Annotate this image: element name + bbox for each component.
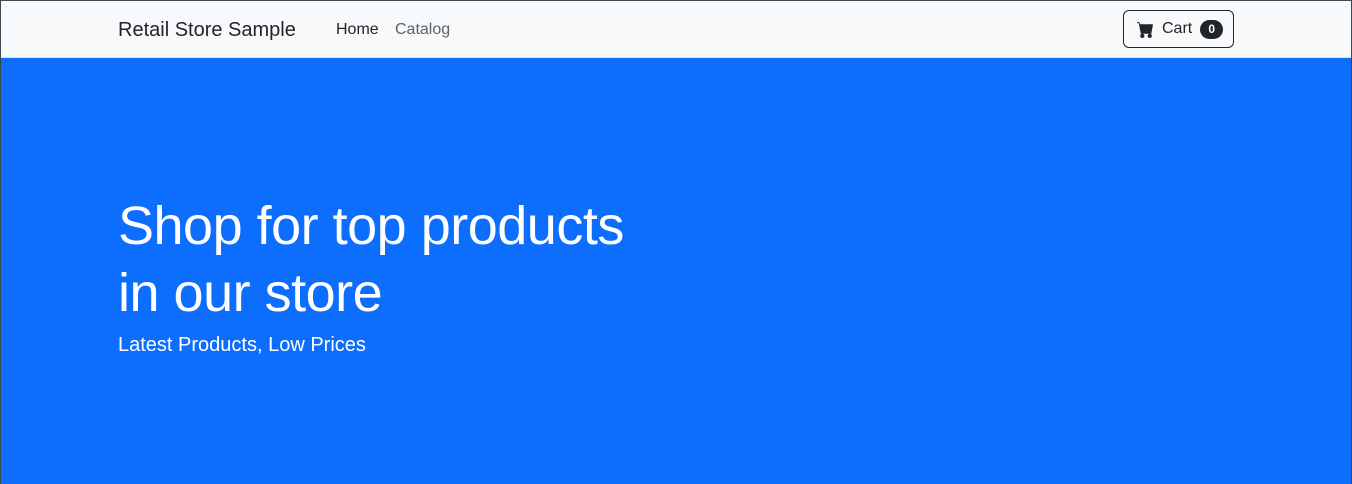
top-navbar: Retail Store Sample Home Catalog Cart 0 (1, 1, 1351, 58)
hero-subtitle: Latest Products, Low Prices (118, 334, 366, 356)
nav-link-home[interactable]: Home (336, 20, 379, 40)
nav-link-catalog[interactable]: Catalog (395, 20, 450, 40)
cart-count-badge: 0 (1200, 19, 1224, 39)
hero-banner: Shop for top products in our store Lates… (1, 58, 1351, 484)
hero-title: Shop for top products in our store (118, 196, 624, 323)
cart-icon (1137, 21, 1154, 38)
page: Retail Store Sample Home Catalog Cart 0 … (0, 0, 1352, 484)
cart-label: Cart (1162, 20, 1193, 37)
brand-link[interactable]: Retail Store Sample (118, 18, 296, 42)
cart-button[interactable]: Cart 0 (1123, 10, 1234, 48)
